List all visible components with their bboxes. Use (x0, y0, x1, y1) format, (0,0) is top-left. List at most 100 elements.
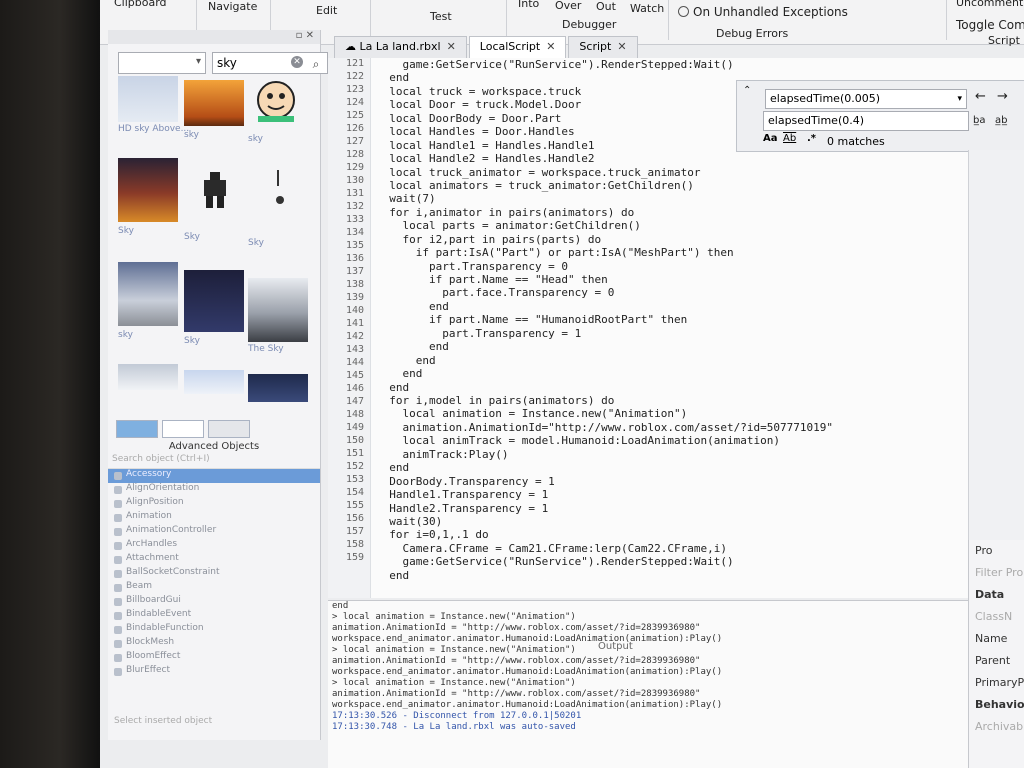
close-icon[interactable]: ✕ (306, 30, 314, 41)
ribbon-test[interactable]: Test (430, 10, 452, 23)
advanced-object-item[interactable]: BindableFunction (108, 623, 320, 637)
advanced-object-item[interactable]: Attachment (108, 553, 320, 567)
advanced-object-item[interactable]: AlignOrientation (108, 483, 320, 497)
chevron-down-icon[interactable]: ▾ (957, 90, 962, 108)
code-line[interactable]: Camera.CFrame = Cam21.CFrame:lerp(Cam22.… (376, 542, 727, 555)
code-line[interactable]: if part:IsA("Part") or part:IsA("MeshPar… (376, 246, 734, 259)
code-line[interactable]: end (376, 461, 409, 474)
sky-thumbnail[interactable] (118, 364, 178, 390)
property-row[interactable]: PrimaryPa (969, 672, 1024, 694)
sky-thumbnail[interactable] (248, 278, 308, 342)
code-line[interactable]: end (376, 340, 449, 353)
property-row[interactable]: Parent (969, 650, 1024, 672)
code-line[interactable]: local Handle2 = Handles.Handle2 (376, 152, 594, 165)
code-line[interactable]: end (376, 71, 409, 84)
code-line[interactable]: animTrack:Play() (376, 448, 508, 461)
find-input[interactable]: elapsedTime(0.005) ▾ (765, 89, 967, 109)
code-line[interactable]: local animators = truck_animator:GetChil… (376, 179, 694, 192)
code-line[interactable]: if part.Name == "HumanoidRootPart" then (376, 313, 687, 326)
search-icon[interactable]: ⌕ (307, 54, 325, 71)
toolbox-search-input[interactable]: sky ✕ ⌕ (212, 52, 328, 74)
code-line[interactable]: local truck = workspace.truck (376, 85, 581, 98)
code-line[interactable]: local Handle1 = Handles.Handle1 (376, 139, 594, 152)
step-into-button[interactable]: Into (518, 0, 539, 10)
category-dropdown[interactable] (118, 52, 206, 74)
character-thumbnail[interactable] (248, 78, 308, 124)
advanced-object-item[interactable]: Animation (108, 511, 320, 525)
property-row[interactable]: Data (969, 584, 1024, 606)
whole-word-toggle[interactable]: Ab (783, 133, 796, 144)
toggle-comment-button[interactable]: Toggle Comm (956, 18, 1024, 32)
code-line[interactable]: Handle1.Transparency = 1 (376, 488, 548, 501)
advanced-object-item[interactable]: AlignPosition (108, 497, 320, 511)
code-line[interactable]: for i2,part in pairs(parts) do (376, 233, 601, 246)
replace-input[interactable]: elapsedTime(0.4) (763, 111, 969, 131)
watch-button[interactable]: Watch (630, 2, 664, 15)
code-line[interactable]: for i=0,1,.1 do (376, 528, 488, 541)
sky-thumbnail[interactable] (118, 76, 178, 122)
code-line[interactable]: part.Transparency = 1 (376, 327, 581, 340)
step-over-button[interactable]: Over (555, 0, 581, 12)
pin-icon[interactable]: ▫ (296, 30, 303, 41)
advanced-objects-search[interactable]: Search object (Ctrl+I) (108, 454, 320, 469)
collapse-icon[interactable]: ⌃ (743, 85, 751, 96)
next-match-icon[interactable]: → (997, 89, 1008, 104)
close-icon[interactable]: ✕ (617, 40, 626, 53)
code-line[interactable]: end (376, 367, 422, 380)
code-line[interactable]: local parts = animator:GetChildren() (376, 219, 640, 232)
code-line[interactable]: local animation = Instance.new("Animatio… (376, 407, 687, 420)
close-icon[interactable]: ✕ (447, 40, 456, 53)
select-inserted-checkbox[interactable]: Select inserted object (114, 716, 212, 726)
ribbon-navigate[interactable]: Navigate (208, 0, 257, 13)
property-row[interactable]: Archivable (969, 716, 1024, 738)
code-line[interactable]: if part.Name == "Head" then (376, 273, 608, 286)
code-line[interactable]: part.Transparency = 0 (376, 260, 568, 273)
object-filter-button[interactable] (208, 420, 250, 438)
regex-toggle[interactable]: .* (807, 133, 816, 144)
replace-all-icon[interactable]: a̲b̲ (995, 115, 1007, 126)
code-line[interactable]: DoorBody.Transparency = 1 (376, 475, 555, 488)
sky-thumbnail[interactable] (118, 158, 178, 222)
properties-filter-input[interactable]: Filter Pro (969, 562, 1024, 584)
code-line[interactable]: local DoorBody = Door.Part (376, 112, 561, 125)
advanced-object-item[interactable]: Beam (108, 581, 320, 595)
code-line[interactable]: for i,model in pairs(animators) do (376, 394, 614, 407)
tab-localscript[interactable]: LocalScript ✕ (468, 36, 567, 58)
code-line[interactable]: wait(7) (376, 192, 435, 205)
code-line[interactable]: end (376, 300, 449, 313)
advanced-object-item[interactable]: BlockMesh (108, 637, 320, 651)
avatar-thumbnail[interactable] (184, 166, 244, 212)
sky-thumbnail[interactable] (248, 374, 308, 402)
code-line[interactable]: local animTrack = model.Humanoid:LoadAni… (376, 434, 780, 447)
code-line[interactable]: game:GetService("RunService").RenderStep… (376, 555, 733, 568)
clear-icon[interactable]: ✕ (291, 56, 303, 68)
advanced-object-item[interactable]: BloomEffect (108, 651, 320, 665)
advanced-object-item[interactable]: BlurEffect (108, 665, 320, 679)
property-row[interactable]: Name (969, 628, 1024, 650)
advanced-object-item[interactable]: BallSocketConstraint (108, 567, 320, 581)
code-line[interactable]: animation.AnimationId="http://www.roblox… (376, 421, 832, 434)
tab-place-file[interactable]: ☁ La La land.rbxl ✕ (334, 36, 467, 58)
uncomment-button[interactable]: Uncomment (956, 0, 1023, 9)
sky-thumbnail[interactable] (118, 262, 178, 326)
step-out-button[interactable]: Out (596, 0, 616, 13)
object-filter-button[interactable] (162, 420, 204, 438)
code-line[interactable]: wait(30) (376, 515, 442, 528)
code-line[interactable]: part.face.Transparency = 0 (376, 286, 614, 299)
advanced-object-item[interactable]: Accessory (108, 469, 320, 483)
code-line[interactable]: Handle2.Transparency = 1 (376, 502, 548, 515)
match-case-toggle[interactable]: Aa (763, 133, 778, 144)
code-line[interactable]: local truck_animator = workspace.truck_a… (376, 166, 700, 179)
object-filter-button[interactable] (116, 420, 158, 438)
previous-match-icon[interactable]: ← (975, 89, 986, 104)
code-line[interactable]: game:GetService("RunService").RenderStep… (376, 58, 733, 71)
code-line[interactable]: end (376, 381, 409, 394)
sky-thumbnail[interactable] (184, 80, 244, 126)
code-line[interactable]: for i,animator in pairs(animators) do (376, 206, 634, 219)
sky-thumbnail[interactable] (184, 370, 244, 394)
tab-script[interactable]: Script ✕ (568, 36, 638, 58)
property-row[interactable]: Behavior (969, 694, 1024, 716)
ribbon-edit[interactable]: Edit (316, 4, 337, 17)
figure-thumbnail[interactable] (248, 166, 308, 212)
advanced-object-item[interactable]: AnimationController (108, 525, 320, 539)
